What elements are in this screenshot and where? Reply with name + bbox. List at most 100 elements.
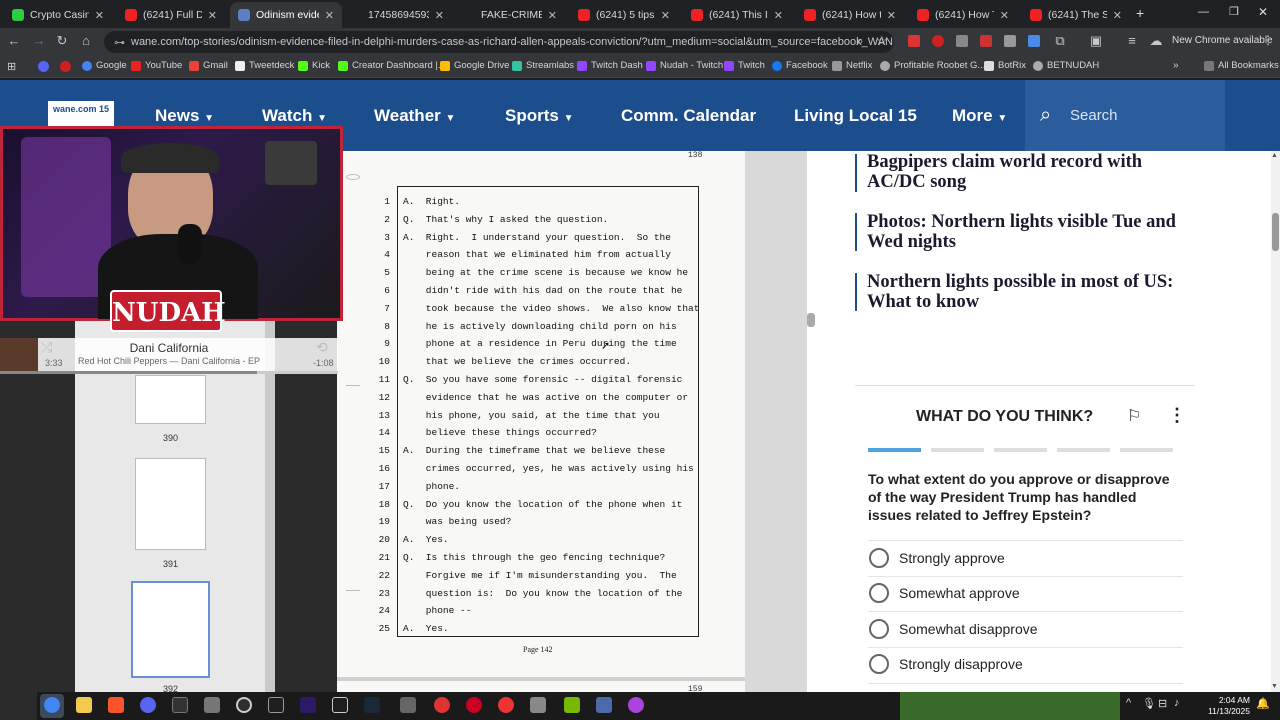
- clock-time[interactable]: 2:04 AM: [1200, 695, 1250, 705]
- nav-news[interactable]: News ▼: [155, 106, 214, 126]
- chevron-up-icon[interactable]: ^: [1126, 697, 1131, 709]
- address-bar[interactable]: ⊶ wane.com/top-stories/odinism-evidence-f…: [104, 31, 894, 53]
- extension-icon[interactable]: [932, 35, 944, 47]
- terminal-icon[interactable]: [172, 697, 188, 713]
- discord-icon[interactable]: [140, 697, 156, 713]
- close-icon[interactable]: ✕: [325, 9, 334, 22]
- app-icon[interactable]: [434, 697, 450, 713]
- close-icon[interactable]: ✕: [1000, 9, 1009, 22]
- app-icon[interactable]: [466, 697, 482, 713]
- bookmark-google[interactable]: Google: [82, 60, 127, 71]
- site-logo[interactable]: wane.com 15: [48, 101, 114, 127]
- forward-icon[interactable]: →: [31, 33, 47, 49]
- tab-2[interactable]: (6241) Full Delphi✕: [117, 2, 225, 28]
- bookmark-netflix[interactable]: Netflix: [832, 60, 872, 71]
- minimize-icon[interactable]: —: [1198, 6, 1209, 18]
- scroll-down-icon[interactable]: ▼: [1271, 683, 1278, 690]
- tab-5[interactable]: FAKE-CRIME-SCEN✕: [457, 2, 565, 28]
- close-icon[interactable]: ✕: [1113, 9, 1122, 22]
- bookmark-twitch[interactable]: Twitch: [724, 60, 765, 71]
- profile-icon[interactable]: ☁: [1148, 33, 1164, 49]
- nav-living-local[interactable]: Living Local 15: [794, 106, 917, 126]
- nav-weather[interactable]: Weather ▼: [374, 106, 455, 126]
- extension-icon[interactable]: [956, 35, 968, 47]
- scrollbar-thumb[interactable]: [1272, 213, 1279, 251]
- page-thumbnail[interactable]: [135, 458, 206, 550]
- search-input[interactable]: Search: [1070, 107, 1118, 124]
- page-thumbnail-selected[interactable]: [131, 581, 210, 678]
- clock-date[interactable]: 11/13/2025: [1200, 706, 1250, 716]
- app-icon[interactable]: [498, 697, 514, 713]
- poll-option[interactable]: Strongly disapprove: [869, 654, 1023, 674]
- headline-link[interactable]: Photos: Northern lights visible Tue and …: [867, 212, 1187, 252]
- bookmark-star-icon[interactable]: ☆: [874, 33, 890, 49]
- extension-icon[interactable]: [908, 35, 920, 47]
- tab-1[interactable]: Crypto Casino Bet✕: [4, 2, 112, 28]
- page-thumbnail[interactable]: [135, 375, 206, 424]
- scroll-up-icon[interactable]: ▲: [1271, 152, 1278, 159]
- nvidia-icon[interactable]: [564, 697, 580, 713]
- apps-grid-icon[interactable]: ⊞: [7, 60, 16, 73]
- close-icon[interactable]: ✕: [95, 9, 104, 22]
- tab-4[interactable]: 1745869459397-F✕: [344, 2, 452, 28]
- discord-icon[interactable]: [38, 61, 49, 72]
- new-tab-icon[interactable]: +: [1136, 5, 1144, 21]
- more-options-icon[interactable]: ⋮: [1168, 405, 1186, 426]
- bookmark-betnudah[interactable]: BETNUDAH: [1033, 60, 1099, 71]
- extensions-puzzle-icon[interactable]: ⧉: [1052, 33, 1068, 49]
- close-icon[interactable]: ✕: [887, 9, 896, 22]
- bookmark-botrix[interactable]: BotRix: [984, 60, 1026, 71]
- nav-sports[interactable]: Sports ▼: [505, 106, 573, 126]
- extension-icon[interactable]: [980, 35, 992, 47]
- reload-icon[interactable]: ↻: [54, 33, 70, 49]
- bookmark-creator-dashboard[interactable]: Creator Dashboard |...: [338, 60, 446, 71]
- bookmark-twitch-dash[interactable]: Twitch Dash: [577, 60, 643, 71]
- headline-link[interactable]: Bagpipers claim world record with AC/DC …: [867, 152, 1187, 192]
- app-icon[interactable]: [628, 697, 644, 713]
- tab-3-active[interactable]: Odinism evidence✕: [230, 2, 342, 28]
- premiere-icon[interactable]: [300, 697, 316, 713]
- notification-icon[interactable]: 🔔: [1256, 697, 1270, 710]
- steam-icon[interactable]: [364, 697, 380, 713]
- tab-8[interactable]: (6241) How to AC✕: [796, 2, 904, 28]
- radio-button[interactable]: [869, 583, 889, 603]
- scroll-handle[interactable]: [807, 313, 815, 327]
- radio-button[interactable]: [869, 619, 889, 639]
- poll-option[interactable]: Somewhat approve: [869, 583, 1020, 603]
- file-explorer-icon[interactable]: [76, 697, 92, 713]
- window-close-icon[interactable]: ✕: [1258, 5, 1268, 19]
- nav-more[interactable]: More ▼: [952, 106, 1007, 126]
- app-icon[interactable]: [268, 697, 284, 713]
- new-chrome-available-button[interactable]: New Chrome available: [1172, 35, 1273, 46]
- zoom-icon[interactable]: ⌕: [852, 33, 868, 49]
- close-icon[interactable]: ✕: [661, 9, 670, 22]
- calculator-icon[interactable]: [596, 697, 612, 713]
- close-icon[interactable]: ✕: [548, 9, 557, 22]
- radio-button[interactable]: [869, 654, 889, 674]
- menu-kebab-icon[interactable]: ⋮: [1262, 33, 1274, 47]
- search-box[interactable]: [1025, 80, 1225, 151]
- sidepanel-icon[interactable]: ▣: [1088, 33, 1104, 49]
- extension-icon[interactable]: [1004, 35, 1016, 47]
- bookmark-roobet[interactable]: Profitable Roobet G...: [880, 60, 985, 71]
- capcut-icon[interactable]: [332, 697, 348, 713]
- poll-option[interactable]: Strongly approve: [869, 548, 1005, 568]
- volume-icon[interactable]: ♪: [1174, 697, 1180, 709]
- radio-button[interactable]: [869, 548, 889, 568]
- chevron-right-icon[interactable]: »: [1173, 60, 1179, 71]
- tab-9[interactable]: (6241) How To Ma✕: [909, 2, 1017, 28]
- bookmark-facebook[interactable]: Facebook: [772, 60, 828, 71]
- notepad-icon[interactable]: [204, 697, 220, 713]
- song-progress[interactable]: [0, 371, 338, 374]
- app-icon[interactable]: [530, 697, 546, 713]
- site-info-icon[interactable]: ⊶: [114, 36, 125, 49]
- bookmark-gmail[interactable]: Gmail: [189, 60, 228, 71]
- network-icon[interactable]: ⊟: [1158, 697, 1167, 710]
- close-icon[interactable]: ✕: [774, 9, 783, 22]
- poll-option[interactable]: Somewhat disapprove: [869, 619, 1038, 639]
- bookmark-google-drive[interactable]: Google Drive: [440, 60, 509, 71]
- bookmark-kick[interactable]: Kick: [298, 60, 330, 71]
- close-icon[interactable]: ✕: [208, 9, 217, 22]
- bookmark-tweetdeck[interactable]: Tweetdeck: [235, 60, 294, 71]
- back-icon[interactable]: ←: [6, 33, 22, 49]
